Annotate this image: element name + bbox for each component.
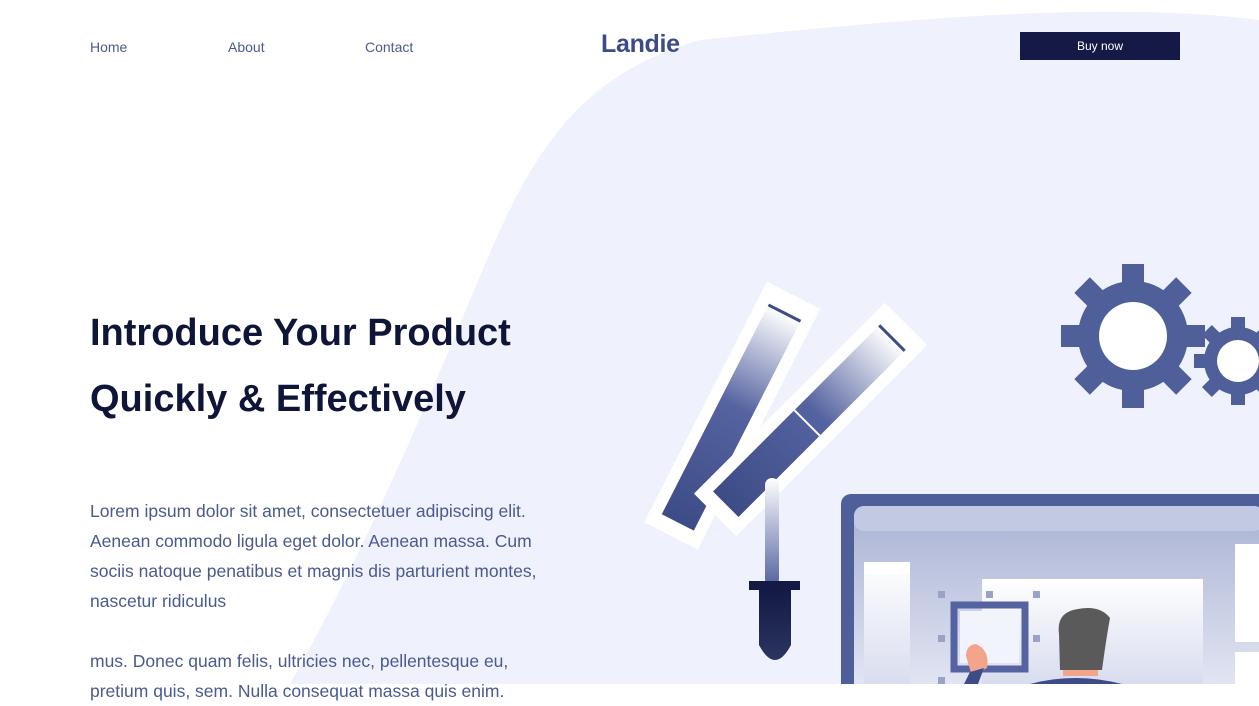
hero-section: Introduce Your Product Quickly & Effecti… [90,300,560,706]
buy-now-button[interactable]: Buy now [1020,32,1180,60]
hero-paragraph-2: mus. Donec quam felis, ultricies nec, pe… [90,651,509,701]
hero-title-line-1: Introduce Your Product [90,312,511,354]
top-navigation: Home About Contact Landie Buy now [0,0,1259,92]
monitor-icon [841,494,1259,684]
hero-paragraph-1: Lorem ipsum dolor sit amet, consectetuer… [90,501,537,611]
nav-link-contact[interactable]: Contact [365,39,413,55]
nav-link-home[interactable]: Home [90,39,127,55]
hero-title: Introduce Your Product Quickly & Effecti… [90,300,560,432]
brand-logo[interactable]: Landie [601,30,680,59]
gear-icon [1061,264,1205,408]
nav-link-about[interactable]: About [228,39,265,55]
hero-title-line-2: Quickly & Effectively [90,378,466,420]
